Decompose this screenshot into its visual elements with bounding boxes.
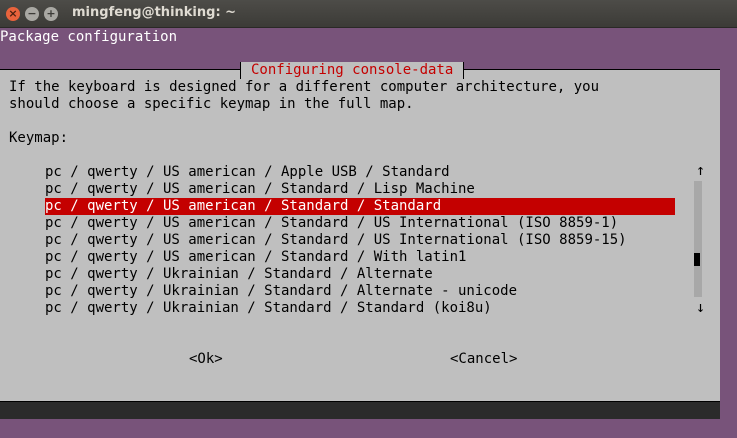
- window-titlebar: × − + mingfeng@thinking: ~: [0, 0, 737, 28]
- description-line-1: If the keyboard is designed for a differ…: [9, 79, 600, 95]
- cancel-button[interactable]: <Cancel>: [450, 351, 517, 368]
- minimize-window-button[interactable]: −: [25, 7, 39, 21]
- keymap-item[interactable]: pc / qwerty / US american / Apple USB / …: [45, 164, 675, 181]
- dialog-shadow: [0, 402, 720, 419]
- keymap-item[interactable]: pc / qwerty / Ukrainian / Standard / Sta…: [45, 300, 675, 317]
- keymap-item[interactable]: pc / qwerty / US american / Standard / U…: [45, 215, 675, 232]
- keymap-label: Keymap:: [9, 130, 69, 146]
- close-window-button[interactable]: ×: [6, 7, 20, 21]
- scroll-down-arrow-icon[interactable]: ↓: [696, 299, 705, 316]
- dialog-description: If the keyboard is designed for a differ…: [9, 79, 599, 113]
- keymap-item[interactable]: pc / qwerty / Ukrainian / Standard / Alt…: [45, 266, 675, 283]
- description-line-2: should choose a specific keymap in the f…: [9, 96, 414, 112]
- ok-button[interactable]: <Ok>: [189, 351, 223, 368]
- keymap-item-selected[interactable]: pc / qwerty / US american / Standard / S…: [45, 198, 675, 215]
- window-title: mingfeng@thinking: ~: [72, 5, 237, 20]
- keymap-item[interactable]: pc / qwerty / US american / Standard / U…: [45, 232, 675, 249]
- terminal-right-edge: [720, 28, 737, 438]
- keymap-item[interactable]: pc / qwerty / Ukrainian / Standard / Alt…: [45, 283, 675, 300]
- keymap-item[interactable]: pc / qwerty / US american / Standard / W…: [45, 249, 675, 266]
- scrollbar-thumb[interactable]: [694, 253, 700, 266]
- dialog-title: Configuring console-data: [240, 62, 465, 79]
- maximize-window-button[interactable]: +: [44, 7, 58, 21]
- package-configuration-header: Package configuration: [0, 29, 178, 45]
- keymap-item[interactable]: pc / qwerty / US american / Standard / L…: [45, 181, 675, 198]
- scrollbar-track[interactable]: [694, 181, 702, 297]
- keymap-list[interactable]: pc / qwerty / US american / Apple USB / …: [45, 164, 675, 317]
- scroll-up-arrow-icon[interactable]: ↑: [696, 162, 705, 179]
